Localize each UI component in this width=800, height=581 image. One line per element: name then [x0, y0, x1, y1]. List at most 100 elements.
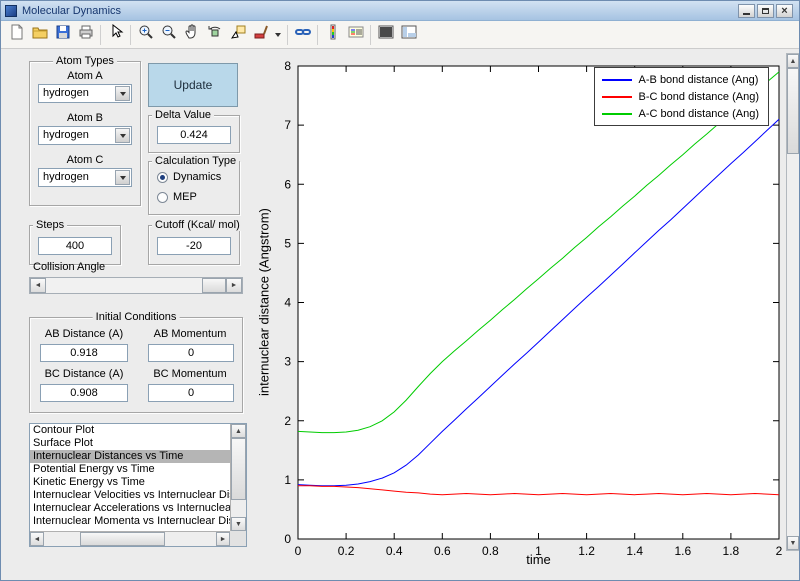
atom-b-select[interactable]: hydrogen [38, 126, 132, 145]
toolbar-separator [370, 24, 371, 45]
dynamics-radio-row: Dynamics [157, 171, 221, 183]
y-tick-label: 6 [284, 177, 291, 191]
toolbar-insert-legend-button[interactable] [344, 23, 367, 46]
plot-list-item[interactable]: Internuclear Distances vs Time [30, 450, 230, 463]
close-icon: × [781, 4, 788, 17]
dynamics-radio[interactable] [157, 171, 168, 183]
toolbar-edit-plot-button[interactable] [104, 23, 127, 46]
delta-value-panel: Delta Value 0.424 [148, 109, 240, 153]
atom-a-select[interactable]: hydrogen [38, 84, 132, 103]
brush-dropdown-button[interactable] [272, 23, 284, 46]
atom-types-panel: Atom Types Atom A hydrogen Atom B hydrog… [29, 55, 141, 206]
plot-list-item[interactable]: Internuclear Velocities vs Internuclear … [30, 489, 230, 502]
bc-distance-input[interactable]: 0.908 [40, 384, 128, 402]
legend-entry: A-C bond distance (Ang) [601, 106, 759, 121]
plot-list-item[interactable]: Kinetic Energy vs Time [30, 476, 230, 489]
scroll-thumb[interactable] [787, 68, 799, 154]
horizontal-scroll-thumb[interactable] [80, 532, 165, 546]
atom-c-dropdown-button[interactable] [115, 170, 130, 185]
bc-momentum-label: BC Momentum [153, 368, 227, 380]
mep-radio-label: MEP [173, 191, 197, 203]
y-tick-label: 5 [284, 236, 291, 250]
toolbar-pan-button[interactable] [180, 23, 203, 46]
slider-right-arrow-button[interactable]: ► [226, 278, 242, 293]
atom-c-value: hydrogen [43, 171, 89, 183]
toolbar-zoom-in-button[interactable] [134, 23, 157, 46]
calculation-type-title: Calculation Type [152, 155, 240, 167]
toolbar-insert-colorbar-button[interactable] [321, 23, 344, 46]
toolbar-show-plot-tools-button[interactable] [397, 23, 420, 46]
list-horizontal-scrollbar[interactable]: ◄ ► [30, 531, 230, 546]
minimize-button[interactable] [738, 3, 755, 18]
print-figure-icon [78, 24, 94, 45]
rotate-3d-icon [207, 24, 223, 45]
steps-input[interactable]: 400 [38, 237, 112, 255]
collision-angle-slider[interactable]: ◄ ► [29, 277, 243, 294]
y-tick-label: 0 [284, 532, 291, 546]
insert-legend-icon [348, 24, 364, 45]
update-button[interactable]: Update [148, 63, 238, 107]
scrollbar-corner [230, 531, 246, 546]
plot-legend[interactable]: A-B bond distance (Ang) B-C bond distance… [593, 67, 769, 126]
ab-distance-label: AB Distance (A) [44, 328, 124, 340]
restore-button[interactable] [757, 3, 774, 18]
toolbar-data-cursor-button[interactable] [226, 23, 249, 46]
atom-b-label: Atom B [66, 112, 104, 124]
link-plot-icon [294, 24, 311, 45]
scroll-left-button[interactable]: ◄ [30, 532, 44, 546]
toolbar-rotate-3d-button[interactable] [203, 23, 226, 46]
plot-list-item[interactable]: Internuclear Accelerations vs Internucle… [30, 502, 230, 515]
vertical-scroll-thumb[interactable] [231, 438, 246, 500]
plot-list-item[interactable]: Potential Energy vs Time [30, 463, 230, 476]
legend-label: B-C bond distance (Ang) [638, 90, 759, 103]
delta-value-title: Delta Value [152, 109, 215, 121]
toolbar-open-file-button[interactable] [28, 23, 51, 46]
plot-list-item[interactable]: Internuclear Momenta vs Internuclear Dis… [30, 515, 230, 528]
atom-a-dropdown-button[interactable] [115, 86, 130, 101]
legend-entry: B-C bond distance (Ang) [601, 89, 759, 104]
scroll-up-button[interactable]: ▲ [787, 54, 799, 68]
cutoff-input[interactable]: -20 [157, 237, 231, 255]
chevron-down-icon [119, 175, 126, 180]
toolbar-zoom-out-button[interactable] [157, 23, 180, 46]
toolbar-hide-plot-tools-button[interactable] [374, 23, 397, 46]
titlebar[interactable]: Molecular Dynamics × [1, 1, 799, 21]
toolbar-brush-data-button[interactable] [249, 23, 272, 46]
mep-radio[interactable] [157, 191, 168, 203]
y-tick-label: 4 [284, 296, 291, 310]
slider-left-arrow-button[interactable]: ◄ [30, 278, 46, 293]
window-vertical-scrollbar[interactable]: ▲ ▼ [786, 53, 799, 551]
scroll-down-button[interactable]: ▼ [231, 517, 246, 531]
atom-c-label: Atom C [66, 154, 104, 166]
minimize-icon [743, 12, 750, 15]
legend-line-sample [601, 112, 632, 115]
plot-list: Contour Plot Surface Plot Internuclear Dis… [30, 424, 230, 531]
scroll-up-button[interactable]: ▲ [231, 424, 246, 438]
window-title: Molecular Dynamics [22, 4, 122, 17]
restore-icon [762, 7, 769, 14]
atom-c-select[interactable]: hydrogen [38, 168, 132, 187]
plot-list-item[interactable]: Surface Plot [30, 437, 230, 450]
toolbar-link-plot-button[interactable] [291, 23, 314, 46]
scroll-down-button[interactable]: ▼ [787, 536, 799, 550]
list-vertical-scrollbar[interactable]: ▲ ▼ [230, 424, 246, 531]
toolbar-print-figure-button[interactable] [74, 23, 97, 46]
calculation-type-panel: Calculation Type Dynamics MEP [148, 155, 240, 215]
chevron-down-icon [119, 91, 126, 96]
bc-momentum-input[interactable]: 0 [148, 384, 234, 402]
plot-list-item[interactable]: Contour Plot [30, 424, 230, 437]
close-button[interactable]: × [776, 3, 793, 18]
y-tick-label: 3 [284, 355, 291, 369]
ab-distance-input[interactable]: 0.918 [40, 344, 128, 362]
toolbar-save-figure-button[interactable] [51, 23, 74, 46]
toolbar-new-figure-button[interactable] [5, 23, 28, 46]
mep-radio-row: MEP [157, 191, 197, 203]
insert-colorbar-icon [325, 24, 341, 45]
atom-b-dropdown-button[interactable] [115, 128, 130, 143]
delta-value-input[interactable]: 0.424 [157, 126, 231, 144]
slider-thumb[interactable] [202, 278, 226, 293]
toolbar [1, 21, 799, 49]
scroll-right-button[interactable]: ► [216, 532, 230, 546]
ab-momentum-input[interactable]: 0 [148, 344, 234, 362]
cutoff-panel: Cutoff (Kcal/ mol) -20 [148, 219, 243, 265]
